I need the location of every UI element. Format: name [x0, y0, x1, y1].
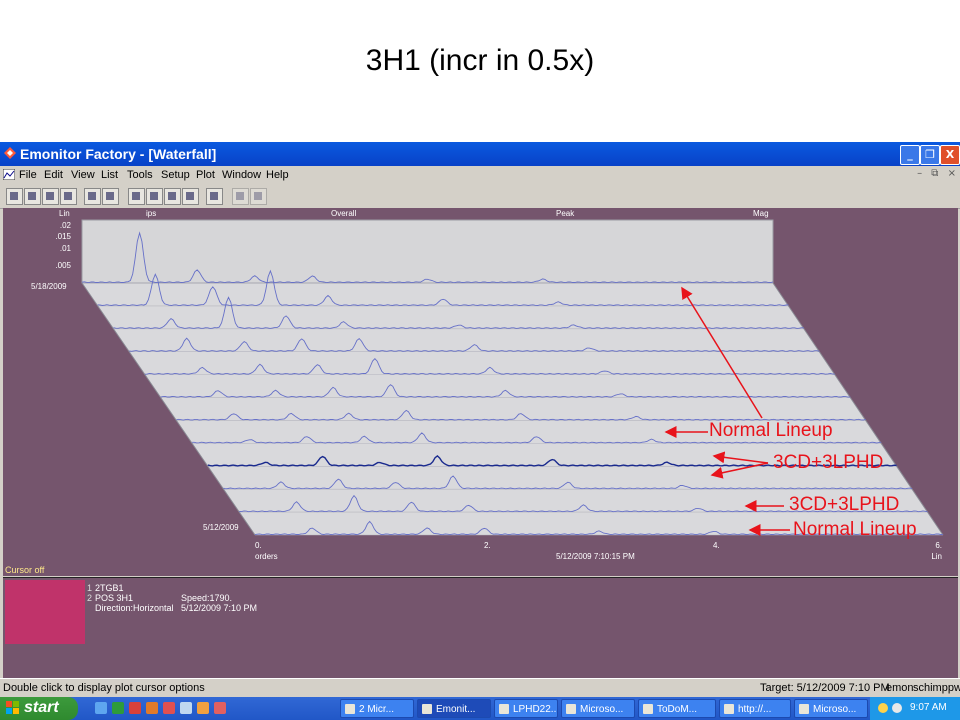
arrow-normal-top: [681, 286, 763, 419]
annotation-normal-lineup-1: Normal Lineup: [709, 420, 833, 441]
arrow-lphd-a: [712, 451, 769, 464]
arrow-lphd-b: [710, 462, 769, 479]
annotation-normal-lineup-2: Normal Lineup: [793, 519, 917, 540]
annotation-lphd-2: 3CD+3LPHD: [789, 494, 900, 515]
annotation-arrows: [664, 286, 790, 536]
annotation-lphd-1: 3CD+3LPHD: [773, 452, 884, 473]
